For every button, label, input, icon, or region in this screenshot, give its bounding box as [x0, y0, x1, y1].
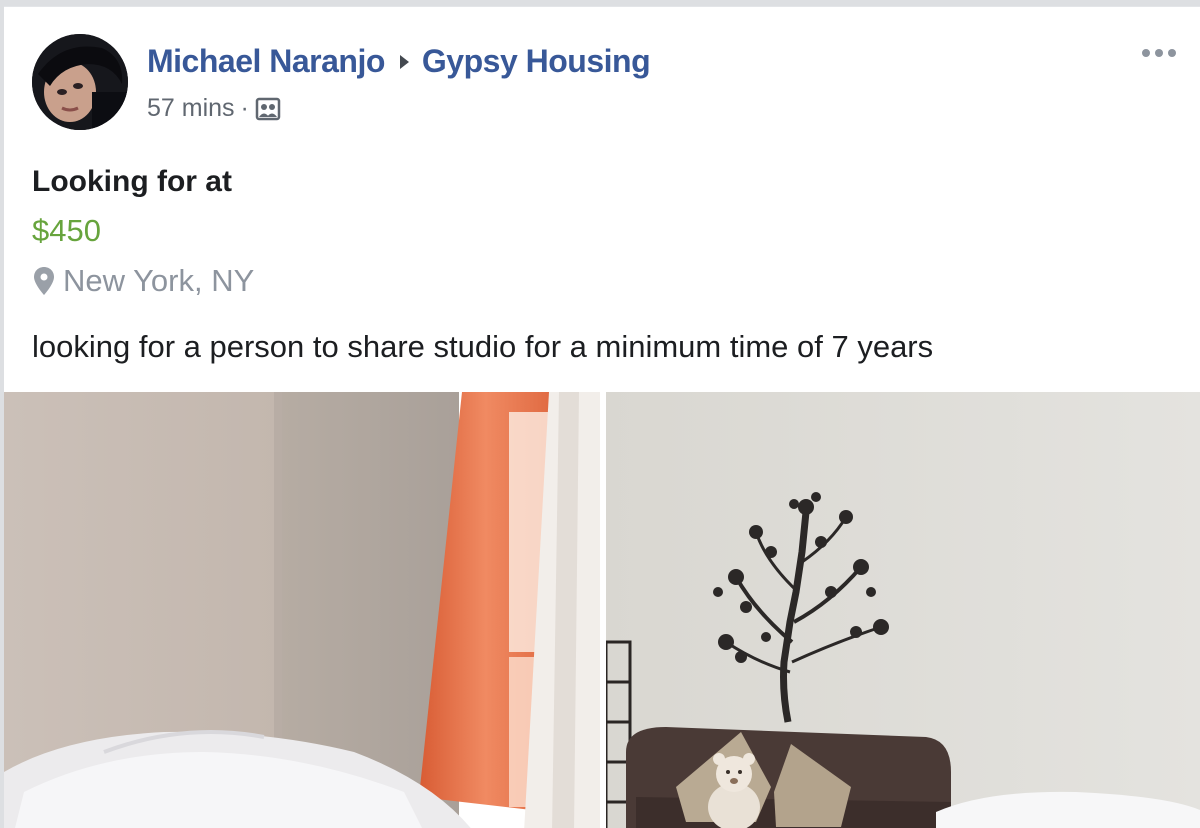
- listing-photo-bedroom[interactable]: [4, 392, 600, 828]
- group-name-link[interactable]: Gypsy Housing: [422, 43, 651, 80]
- map-pin-icon: [34, 267, 54, 295]
- post-meta: 57 mins ·: [147, 94, 281, 123]
- triangle-right-icon: [399, 54, 410, 70]
- post-body-text: looking for a person to share studio for…: [32, 329, 934, 364]
- listing-title: Looking for at: [32, 165, 232, 198]
- post-header: Michael Naranjo Gypsy Housing: [147, 43, 651, 80]
- listing-photo-living-room[interactable]: [606, 392, 1200, 828]
- more-dot: [1168, 49, 1176, 57]
- group-photo-icon[interactable]: [255, 96, 281, 122]
- listing-price: $450: [32, 213, 101, 248]
- post-timestamp[interactable]: 57 mins: [147, 94, 235, 123]
- more-options-icon[interactable]: [1136, 43, 1182, 63]
- author-name-link[interactable]: Michael Naranjo: [147, 43, 385, 80]
- author-avatar[interactable]: [32, 34, 128, 130]
- listing-location: New York, NY: [34, 263, 254, 299]
- meta-separator: ·: [240, 94, 249, 122]
- post-card: Michael Naranjo Gypsy Housing 57 mins · …: [4, 6, 1200, 828]
- location-text: New York, NY: [63, 263, 255, 298]
- more-dot: [1155, 49, 1163, 57]
- avatar-image: [32, 34, 128, 130]
- more-dot: [1142, 49, 1150, 57]
